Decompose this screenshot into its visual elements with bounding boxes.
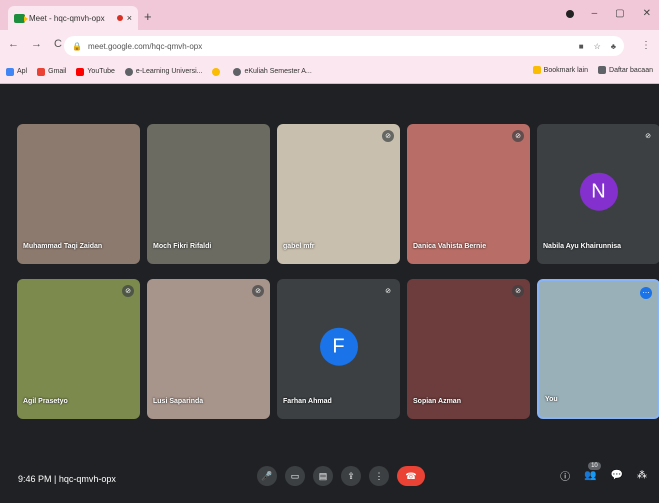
browser-tab[interactable]: Meet - hqc-qmvh-opx × (8, 6, 138, 30)
participant-tile-self[interactable]: ⋯ You (537, 279, 659, 419)
mic-off-icon: ⊘ (252, 285, 264, 297)
meeting-time: 9:46 PM (18, 474, 52, 484)
participant-tile[interactable]: ⊘ Agil Prasetyo (17, 279, 140, 419)
nav-buttons: ← → C (8, 38, 62, 50)
maximize-button[interactable]: ▢ (615, 8, 624, 19)
participant-tile[interactable]: Muhammad Taqi Zaidan (17, 124, 140, 264)
mic-off-icon: ⊘ (382, 285, 394, 297)
participant-name: Sopian Azman (413, 398, 461, 405)
participant-name: Lusi Saparinda (153, 398, 204, 405)
mic-off-icon: ⊘ (382, 130, 394, 142)
globe-icon (233, 67, 242, 76)
youtube-icon (76, 67, 85, 76)
reading-list[interactable]: Daftar bacaan (598, 66, 653, 74)
address-bar[interactable]: 🔒 meet.google.com/hqc-qmvh-opx ■ ☆ ♣ (64, 36, 624, 56)
url-text: meet.google.com/hqc-qmvh-opx (87, 41, 203, 51)
participant-name: Farhan Ahmad (283, 398, 332, 405)
gmail-icon (37, 67, 46, 76)
participant-name: Moch Fikri Rifaldi (153, 243, 212, 250)
people-count-badge: 10 (588, 462, 601, 470)
bookmark-youtube[interactable]: YouTube (76, 67, 115, 76)
camera-icon[interactable]: ▭ (285, 466, 305, 486)
bookmark-gmail[interactable]: Gmail (37, 67, 66, 76)
apps-grid-icon (6, 67, 14, 76)
recording-indicator-icon (116, 15, 123, 21)
participant-name: Danica Vahista Bernie (413, 243, 487, 250)
folder-icon (532, 66, 541, 74)
bookmark-elearning[interactable]: e-Learning Universi... (124, 67, 202, 76)
camera-in-use-icon[interactable]: ■ (579, 42, 584, 51)
mic-off-icon: ⊘ (122, 285, 134, 297)
reading-list-icon (598, 66, 607, 74)
other-bookmarks[interactable]: Bookmark lain (532, 66, 588, 74)
call-controls: 🎤 ▭ ▤ ⇪ ⋮ ☎ (257, 466, 425, 486)
meet-stage: Muhammad Taqi Zaidan Moch Fikri Rifaldi … (0, 84, 659, 503)
profile-icon[interactable] (565, 9, 574, 18)
meet-logo-icon (14, 13, 28, 23)
participant-tile[interactable]: ⊘ F Farhan Ahmad (277, 279, 400, 419)
reload-icon[interactable]: C (54, 38, 62, 50)
participant-tile[interactable]: ⊘ Lusi Saparinda (147, 279, 270, 419)
meeting-separator: | (54, 474, 57, 484)
forward-icon[interactable]: → (31, 38, 42, 50)
globe-icon (124, 67, 133, 76)
participant-name: Nabila Ayu Khairunnisa (543, 243, 622, 250)
mic-off-icon: ⊘ (512, 130, 524, 142)
info-icon[interactable]: ⓘ (560, 468, 570, 483)
tab-title: Meet - hqc-qmvh-opx (29, 13, 105, 23)
participant-tile[interactable]: ⊘ gabel mfr (277, 124, 400, 264)
mic-icon[interactable]: 🎤 (257, 466, 277, 486)
present-icon[interactable]: ⇪ (341, 466, 361, 486)
tab-strip: Meet - hqc-qmvh-opx × + – ▢ ✕ (0, 0, 659, 30)
window-controls: – ▢ ✕ (565, 8, 651, 19)
extensions-icon[interactable]: ♣ (611, 42, 616, 51)
activities-icon[interactable]: ⁂ (637, 470, 647, 481)
avatar: N (579, 172, 618, 211)
new-tab-button[interactable]: + (144, 9, 152, 24)
side-controls: ⓘ 👥 10 💬 ⁂ (560, 462, 647, 483)
participant-tile[interactable]: ⊘ N Nabila Ayu Khairunnisa (537, 124, 659, 264)
participant-name: Muhammad Taqi Zaidan (23, 243, 103, 250)
bookmark-favicon-icon (212, 67, 221, 76)
participant-tile[interactable]: Moch Fikri Rifaldi (147, 124, 270, 264)
chat-icon[interactable]: 💬 (611, 470, 623, 481)
minimize-button[interactable]: – (592, 8, 598, 19)
tab-close-button[interactable]: × (127, 13, 132, 23)
bookmarks-right: Bookmark lain Daftar bacaan (532, 66, 653, 74)
participant-name: Agil Prasetyo (23, 398, 68, 405)
back-icon[interactable]: ← (8, 38, 19, 50)
meeting-controls-bar: 9:46 PM | hqc-qmvh-opx 🎤 ▭ ▤ ⇪ ⋮ ☎ ⓘ 👥 10… (0, 446, 659, 503)
people-icon[interactable]: 👥 10 (584, 462, 601, 481)
mic-off-icon: ⊘ (642, 130, 654, 142)
more-options-icon[interactable]: ⋯ (640, 287, 652, 299)
participant-name: You (545, 396, 558, 403)
avatar: F (319, 327, 358, 366)
end-call-icon[interactable]: ☎ (397, 466, 425, 486)
participant-tile[interactable]: ⊘ Sopian Azman (407, 279, 530, 419)
participant-tile[interactable]: ⊘ Danica Vahista Bernie (407, 124, 530, 264)
meeting-code: hqc-qmvh-opx (58, 474, 116, 484)
participant-name: gabel mfr (283, 243, 315, 250)
bookmark-untitled[interactable] (212, 67, 223, 76)
star-icon[interactable]: ☆ (594, 42, 601, 51)
browser-window: Meet - hqc-qmvh-opx × + – ▢ ✕ ← → C 🔒 me… (0, 0, 659, 503)
bookmark-apps[interactable]: Apl (6, 67, 27, 76)
browser-menu-icon[interactable]: ⋮ (641, 40, 651, 51)
mic-off-icon: ⊘ (512, 285, 524, 297)
bookmark-ekuliah[interactable]: eKuliah Semester A... (233, 67, 312, 76)
lock-icon: 🔒 (72, 41, 82, 51)
captions-icon[interactable]: ▤ (313, 466, 333, 486)
close-window-button[interactable]: ✕ (643, 8, 651, 19)
more-options-icon[interactable]: ⋮ (369, 466, 389, 486)
meeting-info: 9:46 PM | hqc-qmvh-opx (18, 474, 116, 484)
